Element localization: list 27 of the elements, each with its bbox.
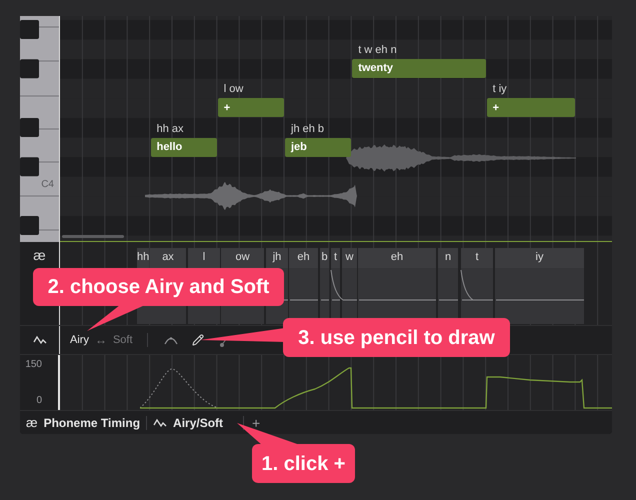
note[interactable]: + xyxy=(218,98,284,118)
phoneme-text: hh ax xyxy=(156,124,184,135)
scrollbar[interactable] xyxy=(62,235,124,238)
note[interactable]: hello xyxy=(150,138,217,157)
note[interactable]: + xyxy=(486,98,576,118)
callout: 3. use pencil to draw xyxy=(283,318,510,357)
swap-icon: ↔ xyxy=(94,334,107,346)
axis-label: 0 xyxy=(36,396,42,406)
phoneme-symbol-icon: æ xyxy=(26,416,38,429)
note-label: C4 xyxy=(41,180,54,190)
track-tab[interactable]: Airy/Soft xyxy=(147,411,230,434)
arc-icon[interactable] xyxy=(164,335,178,345)
phoneme-text: t w eh n xyxy=(358,45,397,56)
expression-option[interactable]: Airy xyxy=(70,334,89,346)
phoneme-text: jh eh b xyxy=(291,124,324,135)
expression-option[interactable]: Soft xyxy=(112,334,133,346)
phoneme-text: l ow xyxy=(224,84,244,96)
curve-icon xyxy=(153,418,168,428)
axis-label: 150 xyxy=(25,360,42,370)
pencil-icon[interactable] xyxy=(192,334,204,346)
phoneme-text: t iy xyxy=(492,84,507,96)
note[interactable]: twenty xyxy=(352,59,486,78)
piano-keyboard[interactable] xyxy=(20,16,60,242)
note[interactable]: jeb xyxy=(285,138,352,157)
track-tab[interactable]: æ Phoneme Timing xyxy=(20,411,146,434)
callout-pointer xyxy=(87,305,145,331)
curve-icon[interactable] xyxy=(32,335,46,345)
